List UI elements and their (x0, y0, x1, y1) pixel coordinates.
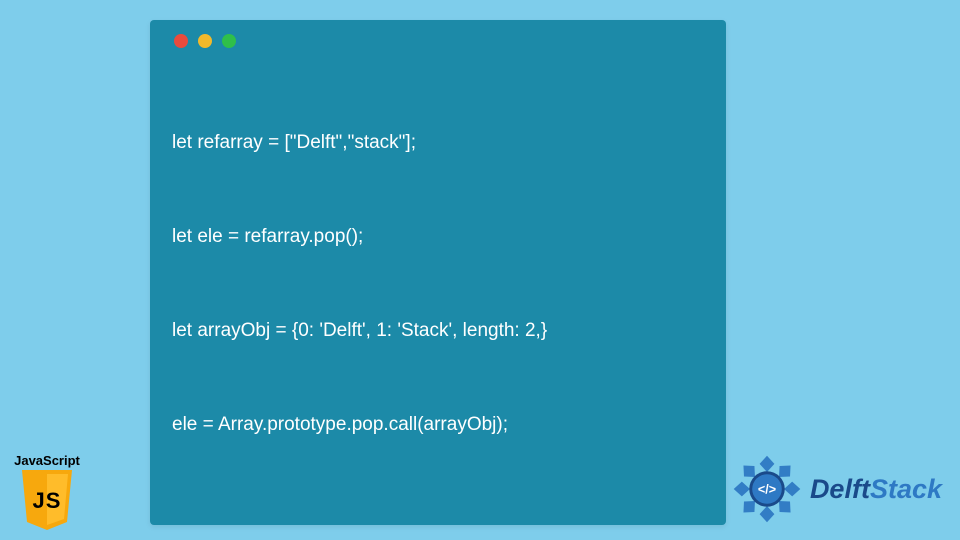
code-panel: let refarray = ["Delft","stack"]; let el… (150, 20, 726, 525)
code-block: let refarray = ["Delft","stack"]; let el… (172, 64, 704, 503)
window-traffic-lights (174, 34, 704, 48)
traffic-dot-red (174, 34, 188, 48)
emblem-glyph: </> (758, 482, 776, 496)
code-line: ele = Array.prototype.pop.call(arrayObj)… (172, 409, 704, 440)
code-line: let arrayObj = {0: 'Delft', 1: 'Stack', … (172, 315, 704, 346)
delftstack-wordmark: DelftStack (810, 474, 942, 505)
traffic-dot-green (222, 34, 236, 48)
code-line: let refarray = ["Delft","stack"]; (172, 127, 704, 158)
delftstack-word-light: Stack (870, 474, 942, 505)
delftstack-logo: </> DelftStack (730, 452, 942, 526)
javascript-badge: JavaScript JS (8, 453, 86, 530)
javascript-shield-letters: JS (20, 488, 74, 514)
delftstack-emblem-icon: </> (730, 452, 804, 526)
javascript-label: JavaScript (8, 453, 86, 468)
traffic-dot-yellow (198, 34, 212, 48)
javascript-shield-icon: JS (20, 470, 74, 530)
delftstack-word-dark: Delft (810, 474, 870, 505)
code-line: let ele = refarray.pop(); (172, 221, 704, 252)
